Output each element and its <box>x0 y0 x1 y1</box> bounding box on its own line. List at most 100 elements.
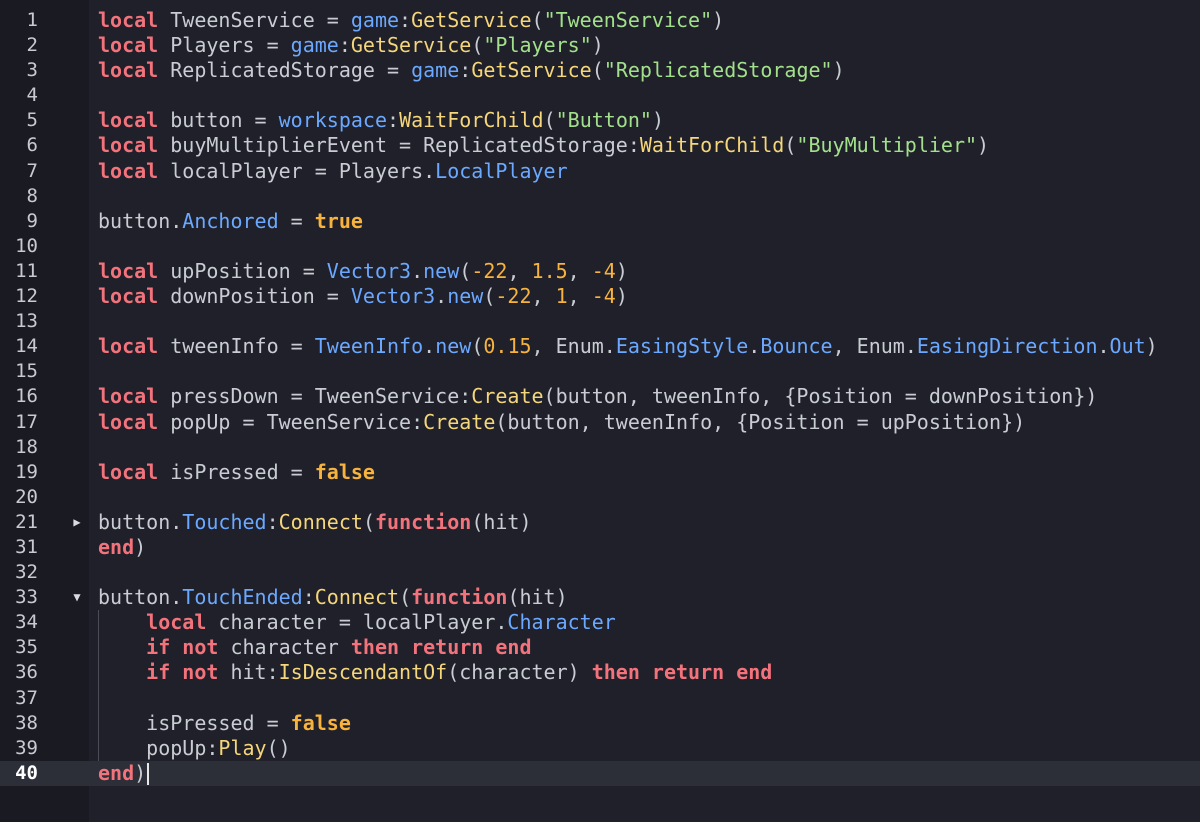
line-number: 4 <box>26 84 38 107</box>
code-token: ) <box>134 534 147 559</box>
code-token: new <box>447 284 484 309</box>
line-code[interactable]: local pressDown = TweenService:Create(bu… <box>98 384 1097 409</box>
code-line[interactable]: 8 <box>0 184 1200 209</box>
code-line[interactable]: 4 <box>0 83 1200 108</box>
code-line[interactable]: 7 local localPlayer = Players.LocalPlayer <box>0 159 1200 184</box>
code-token: -4 <box>591 284 616 309</box>
line-code[interactable]: local TweenService = game:GetService("Tw… <box>98 8 724 33</box>
code-token: local <box>98 158 159 183</box>
code-token: ( <box>362 509 375 534</box>
code-line[interactable]: 37 <box>0 685 1200 711</box>
code-lines[interactable]: 1 local TweenService = game:GetService("T… <box>0 8 1200 786</box>
line-number: 5 <box>26 109 38 132</box>
code-line[interactable]: 21 ▶ button.Touched:Connect(function(hit) <box>0 510 1200 535</box>
code-line[interactable]: 32 <box>0 560 1200 585</box>
code-token: local <box>146 610 207 635</box>
line-code[interactable]: local Players = game:GetService("Players… <box>98 33 604 58</box>
code-token: popUp = TweenService: <box>158 409 424 434</box>
line-code[interactable]: local isPressed = false <box>98 460 375 485</box>
line-code[interactable]: local button = workspace:WaitForChild("B… <box>98 108 664 133</box>
code-token: ( <box>543 108 556 133</box>
line-number: 34 <box>15 611 38 634</box>
code-token: Connect <box>278 509 363 534</box>
code-token: then return end <box>350 635 532 660</box>
line-code[interactable]: button.TouchEnded:Connect(function(hit) <box>98 585 568 610</box>
code-line[interactable]: 16 local pressDown = TweenService:Create(… <box>0 384 1200 409</box>
line-code[interactable]: local localPlayer = Players.LocalPlayer <box>98 159 568 184</box>
code-token: , Enum. <box>832 334 917 359</box>
fold-expanded-icon[interactable]: ▼ <box>70 585 84 610</box>
code-line[interactable]: 33 ▼ button.TouchEnded:Connect(function(hi… <box>0 585 1200 610</box>
code-line[interactable]: 35 if not character then return end <box>0 635 1200 661</box>
code-token: isPressed = <box>98 710 291 735</box>
code-line[interactable]: 10 <box>0 234 1200 259</box>
code-token: . <box>748 334 761 359</box>
code-token: -22 <box>495 284 532 309</box>
code-token: WaitForChild <box>399 108 544 133</box>
code-line[interactable]: 6 local buyMultiplierEvent = ReplicatedSt… <box>0 133 1200 158</box>
code-token: hit: <box>218 660 279 685</box>
code-line[interactable]: 36 if not hit:IsDescendantOf(character) … <box>0 660 1200 686</box>
line-code[interactable]: if not character then return end <box>98 635 532 660</box>
line-code[interactable]: local upPosition = Vector3.new(-22, 1.5,… <box>98 259 628 284</box>
line-code[interactable]: popUp:Play() <box>98 736 291 761</box>
code-token: game <box>290 33 339 58</box>
line-number: 20 <box>15 485 38 508</box>
code-token: buyMultiplierEvent = ReplicatedStorage: <box>158 133 640 158</box>
code-token: new <box>435 334 472 359</box>
code-line[interactable]: 18 <box>0 435 1200 460</box>
code-token: 1 <box>555 284 568 309</box>
line-number: 10 <box>15 234 38 257</box>
code-token: end <box>98 760 135 785</box>
line-code[interactable]: end) <box>98 760 150 786</box>
line-code[interactable]: local popUp = TweenService:Create(button… <box>98 410 1025 435</box>
line-code[interactable]: end) <box>98 535 146 560</box>
line-number: 6 <box>26 134 38 157</box>
code-editor[interactable]: 1 local TweenService = game:GetService("T… <box>0 0 1200 822</box>
code-line[interactable]: 15 <box>0 359 1200 384</box>
fold-collapsed-icon[interactable]: ▶ <box>70 510 84 535</box>
code-token: 0.15 <box>483 334 532 359</box>
code-line[interactable]: 17 local popUp = TweenService:Create(butt… <box>0 410 1200 435</box>
code-token: localPlayer = Players. <box>158 158 436 183</box>
line-code[interactable]: local downPosition = Vector3.new(-22, 1,… <box>98 284 628 309</box>
line-number: 36 <box>15 661 38 684</box>
line-number: 16 <box>15 385 38 408</box>
code-token: tweenInfo = <box>158 334 315 359</box>
code-line[interactable]: 5 local button = workspace:WaitForChild("… <box>0 108 1200 133</box>
line-code[interactable]: if not hit:IsDescendantOf(character) the… <box>98 660 772 685</box>
code-token: "Button" <box>555 108 652 133</box>
code-line[interactable]: 12 local downPosition = Vector3.new(-22, … <box>0 284 1200 309</box>
code-token: pressDown = TweenService: <box>158 384 472 409</box>
code-token: local <box>98 108 159 133</box>
line-code[interactable]: local ReplicatedStorage = game:GetServic… <box>98 58 845 83</box>
code-token: 1.5 <box>531 258 568 283</box>
code-line[interactable]: 20 <box>0 485 1200 510</box>
code-line[interactable]: 1 local TweenService = game:GetService("T… <box>0 8 1200 33</box>
code-token: if not <box>146 660 219 685</box>
line-code[interactable]: isPressed = false <box>98 711 351 736</box>
code-line[interactable]: 19 local isPressed = false <box>0 460 1200 485</box>
line-code[interactable]: button.Touched:Connect(function(hit) <box>98 510 532 535</box>
code-line[interactable]: 3 local ReplicatedStorage = game:GetServi… <box>0 58 1200 83</box>
code-line[interactable]: 9 button.Anchored = true <box>0 209 1200 234</box>
code-token: ) <box>977 133 990 158</box>
code-token: downPosition = <box>158 284 351 309</box>
code-line[interactable]: 39 popUp:Play() <box>0 735 1200 761</box>
code-token: ) <box>712 8 725 32</box>
code-line[interactable]: 13 <box>0 309 1200 334</box>
line-code[interactable]: local character = localPlayer.Character <box>98 610 616 635</box>
code-token: local <box>98 258 159 283</box>
code-token: Players = <box>158 33 291 58</box>
code-line[interactable]: 11 local upPosition = Vector3.new(-22, 1.… <box>0 259 1200 284</box>
code-line[interactable]: 34 local character = localPlayer.Charact… <box>0 610 1200 636</box>
code-line[interactable]: 14 local tweenInfo = TweenInfo.new(0.15, … <box>0 334 1200 359</box>
line-code[interactable]: local buyMultiplierEvent = ReplicatedSto… <box>98 133 989 158</box>
code-line[interactable]: 38 isPressed = false <box>0 710 1200 736</box>
code-line[interactable]: 31 end) <box>0 535 1200 560</box>
code-line[interactable]: 2 local Players = game:GetService("Player… <box>0 33 1200 58</box>
code-token: local <box>98 284 159 309</box>
code-line[interactable]: 40 end) <box>0 760 1200 786</box>
line-code[interactable]: button.Anchored = true <box>98 209 363 234</box>
line-code[interactable]: local tweenInfo = TweenInfo.new(0.15, En… <box>98 334 1158 359</box>
